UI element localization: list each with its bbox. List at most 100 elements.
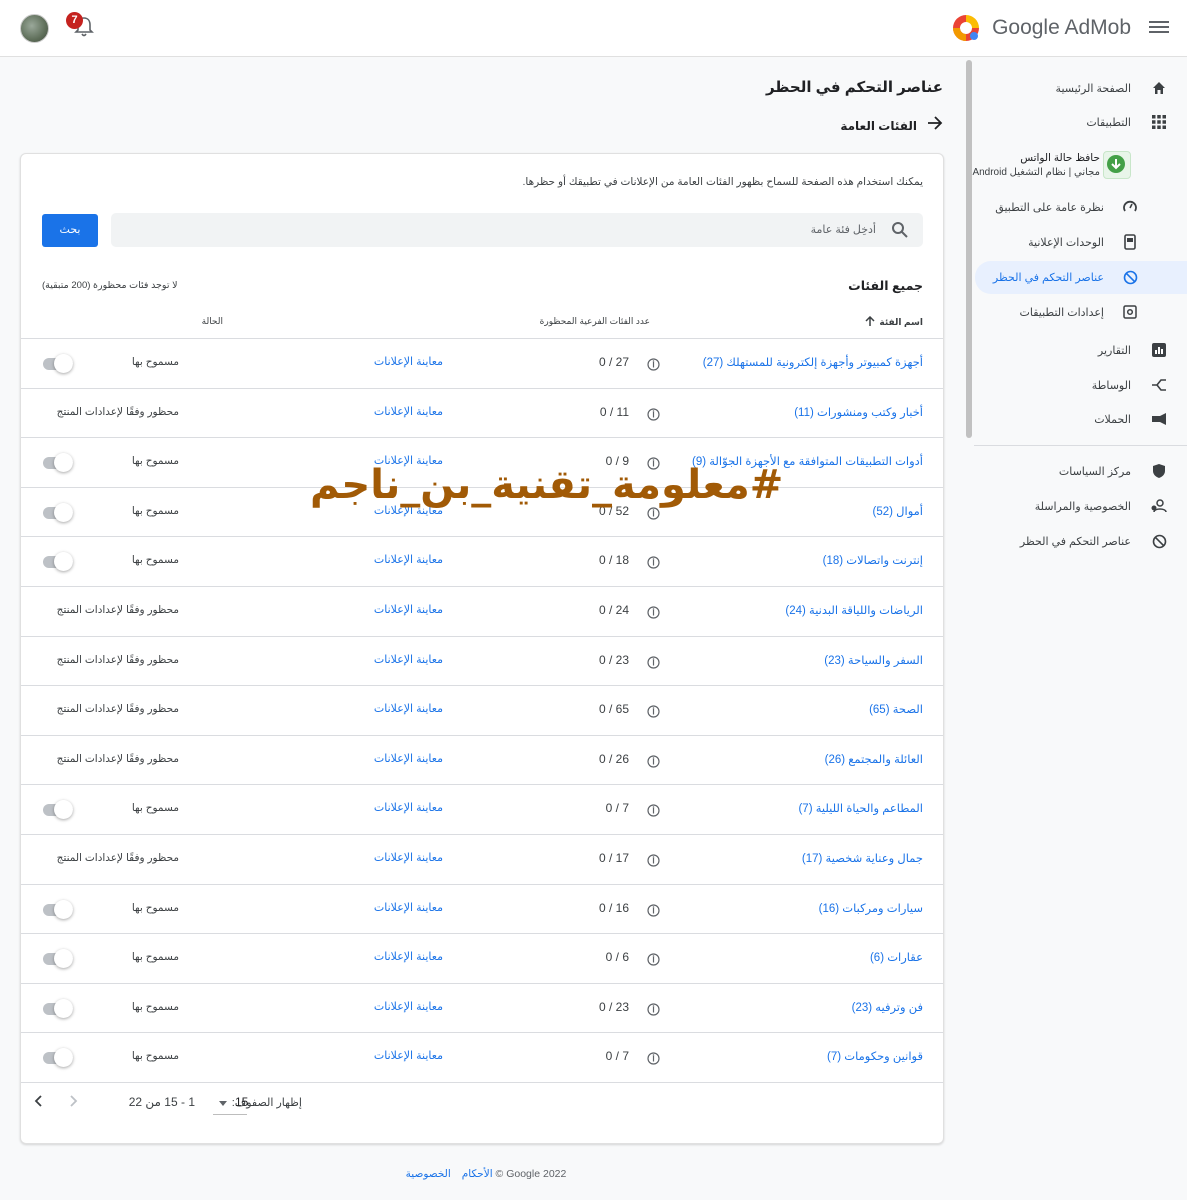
sidebar-item-app-settings[interactable]: إعدادات التطبيقات <box>974 296 1187 328</box>
sidebar-item-mediation[interactable]: الوساطة <box>974 369 1187 401</box>
info-icon[interactable] <box>647 507 660 520</box>
admob-logo[interactable]: Google AdMob <box>950 12 1131 44</box>
preview-ads-link[interactable]: معاينة الإعلانات <box>374 553 443 566</box>
allow-toggle[interactable] <box>41 949 75 969</box>
sort-arrow-up-icon <box>865 315 875 329</box>
category-name-link[interactable]: أموال (52) <box>872 504 923 518</box>
preview-ads-link[interactable]: معاينة الإعلانات <box>374 355 443 368</box>
category-name-link[interactable]: الصحة (65) <box>869 702 923 716</box>
column-header-status: الحالة <box>201 316 223 326</box>
sidebar-item-policy-center[interactable]: مركز السياسات <box>974 455 1187 487</box>
category-name-link[interactable]: جمال وعناية شخصية (17) <box>802 851 923 865</box>
category-name-link[interactable]: عقارات (6) <box>870 950 923 964</box>
info-icon[interactable] <box>647 655 660 669</box>
allow-toggle[interactable] <box>41 899 75 919</box>
info-icon[interactable] <box>647 705 660 718</box>
allow-toggle[interactable] <box>41 800 75 820</box>
category-name-link[interactable]: أخبار وكتب ومنشورات (11) <box>794 405 923 419</box>
info-icon[interactable] <box>647 1003 660 1016</box>
info-icon[interactable] <box>647 1052 660 1065</box>
sidebar-item-home[interactable]: الصفحة الرئيسية <box>974 72 1187 104</box>
allow-toggle[interactable] <box>41 502 75 522</box>
info-icon[interactable] <box>647 606 660 619</box>
category-name-link[interactable]: أجهزة كمبيوتر وأجهزة إلكترونية للمستهلك … <box>703 355 923 369</box>
info-icon[interactable] <box>647 755 660 768</box>
blocked-remaining-note: لا توجد فئات محظورة (200 متبقية) <box>42 280 178 291</box>
toggle-knob <box>54 899 73 919</box>
allow-toggle[interactable] <box>41 453 75 473</box>
footer-terms-link[interactable]: الأحكام <box>462 1168 493 1180</box>
category-name-link[interactable]: قوانين وحكومات (7) <box>827 1049 923 1063</box>
preview-ads-link[interactable]: معاينة الإعلانات <box>374 405 443 418</box>
sidebar-item-reports[interactable]: التقارير <box>974 334 1187 366</box>
sidebar-item-apps[interactable]: التطبيقات <box>974 106 1187 138</box>
status-text: محظور وفقًا لإعدادات المنتج <box>56 653 179 666</box>
preview-ads-link[interactable]: معاينة الإعلانات <box>374 653 443 666</box>
preview-ads-link[interactable]: معاينة الإعلانات <box>374 950 443 963</box>
category-name-link[interactable]: السفر والسياحة (23) <box>824 653 923 667</box>
table-row: أخبار وكتب ومنشورات (11) 0 / 11 معاينة الإ… <box>21 389 943 439</box>
notification-count-badge: 7 <box>66 12 83 29</box>
rows-per-page-select[interactable]: 15 <box>213 1087 248 1115</box>
toggle-knob <box>54 502 73 522</box>
category-name-link[interactable]: المطاعم والحياة الليلية (7) <box>798 801 923 815</box>
category-name-link[interactable]: فن وترفيه (23) <box>852 1000 923 1014</box>
allow-toggle[interactable] <box>41 354 75 373</box>
preview-ads-link[interactable]: معاينة الإعلانات <box>374 702 443 715</box>
hamburger-menu-icon[interactable] <box>1149 18 1169 38</box>
gauge-icon <box>1122 199 1138 215</box>
preview-ads-link[interactable]: معاينة الإعلانات <box>374 603 443 616</box>
watermark-text: #معلومة_تقنية_بن_ناجم <box>310 462 784 508</box>
column-header-category-name[interactable]: اسم الفئة <box>865 315 923 329</box>
info-icon[interactable] <box>647 953 660 966</box>
preview-ads-link[interactable]: معاينة الإعلانات <box>374 851 443 864</box>
table-row: عقارات (6) 0 / 6 معاينة الإعلانات مسموح بها <box>21 934 943 984</box>
sidebar-item-app-overview[interactable]: نظرة عامة على التطبيق <box>974 191 1187 223</box>
info-icon[interactable] <box>647 407 660 421</box>
allow-toggle[interactable] <box>41 1048 75 1068</box>
sidebar-item-privacy-messaging[interactable]: الخصوصية والمراسلة <box>974 490 1187 522</box>
mediation-icon <box>1150 376 1168 394</box>
footer-privacy-link[interactable]: الخصوصية <box>406 1168 451 1180</box>
preview-ads-link[interactable]: معاينة الإعلانات <box>374 1049 443 1062</box>
status-text: مسموح بها <box>131 802 179 815</box>
apps-grid-icon <box>1150 113 1168 131</box>
chevron-right-icon[interactable] <box>65 1093 81 1109</box>
search-placeholder: أدخِل فئة عامة <box>810 224 876 236</box>
preview-ads-link[interactable]: معاينة الإعلانات <box>374 1000 443 1013</box>
info-icon[interactable] <box>647 903 660 917</box>
preview-ads-link[interactable]: معاينة الإعلانات <box>374 752 443 765</box>
category-name-link[interactable]: سيارات ومركبات (16) <box>819 901 923 915</box>
selected-app[interactable]: حافظ حالة الواتس مجاني | نظام التشغيل An… <box>972 149 1137 183</box>
app-name: حافظ حالة الواتس <box>1020 152 1100 164</box>
back-to-general-categories[interactable]: الفئات العامة <box>840 116 943 135</box>
info-icon[interactable] <box>647 804 660 817</box>
info-icon[interactable] <box>647 358 660 371</box>
toggle-knob <box>54 949 73 969</box>
table-row: الرياضات واللياقة البدنية (24) 0 / 24 معاي… <box>21 587 943 637</box>
info-icon[interactable] <box>647 854 660 867</box>
footer-copyright: © Google 2022 <box>495 1168 567 1180</box>
sidebar-item-blocking-controls-app[interactable]: عناصر التحكم في الحظر <box>975 261 1187 294</box>
sidebar-scrollbar[interactable] <box>966 60 972 438</box>
chevron-left-icon[interactable] <box>31 1093 47 1109</box>
allow-toggle[interactable] <box>41 552 75 572</box>
top-bar: Google AdMob 7 <box>0 0 1187 57</box>
account-avatar[interactable] <box>20 14 49 43</box>
preview-ads-link[interactable]: معاينة الإعلانات <box>374 801 443 814</box>
sidebar-item-campaigns[interactable]: الحملات <box>974 403 1187 435</box>
info-icon[interactable] <box>647 556 660 569</box>
search-input[interactable]: أدخِل فئة عامة <box>111 213 923 247</box>
sidebar-item-ad-units[interactable]: الوحدات الإعلانية <box>974 226 1187 258</box>
status-text: محظور وفقًا لإعدادات المنتج <box>56 603 179 616</box>
preview-ads-link[interactable]: معاينة الإعلانات <box>374 901 443 914</box>
table-row: أجهزة كمبيوتر وأجهزة إلكترونية للمستهلك … <box>21 339 943 389</box>
category-name-link[interactable]: إنترنت واتصالات (18) <box>823 553 923 567</box>
sidebar-item-blocking-controls[interactable]: عناصر التحكم في الحظر <box>974 525 1187 557</box>
table-header: اسم الفئة عدد الفئات الفرعية المحظورة ال… <box>21 306 943 339</box>
allow-toggle[interactable] <box>41 998 75 1018</box>
category-name-link[interactable]: العائلة والمجتمع (26) <box>825 752 923 766</box>
category-name-link[interactable]: الرياضات واللياقة البدنية (24) <box>785 603 923 617</box>
search-button[interactable]: بحث <box>42 214 98 247</box>
sidebar-item-label: إعدادات التطبيقات <box>1019 306 1104 319</box>
